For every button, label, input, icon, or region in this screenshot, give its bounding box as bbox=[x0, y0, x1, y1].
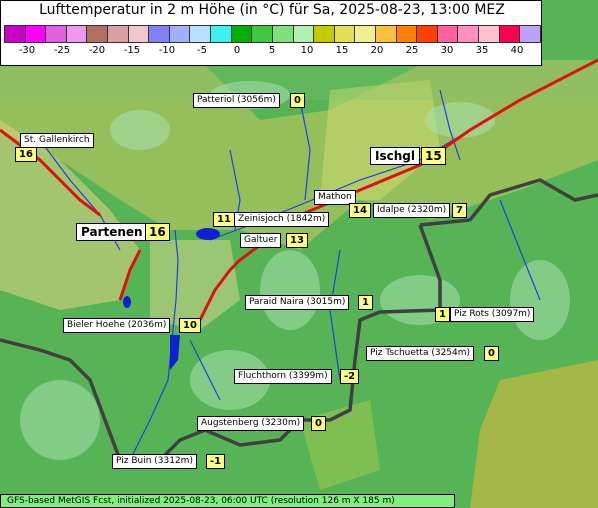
scale-swatch bbox=[65, 25, 88, 43]
scale-swatch bbox=[271, 25, 294, 43]
scale-swatch bbox=[519, 25, 541, 43]
place-label-piz-buin: Piz Buin (3312m) bbox=[112, 454, 197, 469]
temperature-color-scale bbox=[4, 25, 541, 45]
scale-tick-labels: -30 -25 -20 -15 -10 -5 0 5 10 15 20 25 30 35 40 bbox=[1, 45, 543, 59]
place-label-idalpe: Idalpe (2320m) bbox=[373, 203, 451, 218]
scale-tick-label: 10 bbox=[300, 45, 314, 56]
place-label-zeinisjoch: Zeinisjoch (1842m) bbox=[234, 212, 330, 227]
temp-value-paraid-naira: 1 bbox=[358, 295, 373, 310]
map-title: Lufttemperatur in 2 m Höhe (in °C) für S… bbox=[39, 2, 505, 18]
temp-value-piz-buin: -1 bbox=[206, 454, 226, 469]
scale-swatch bbox=[4, 25, 26, 43]
temp-value-piz-tschuetta: 0 bbox=[484, 346, 499, 361]
terrain-map bbox=[0, 0, 598, 508]
scale-swatch bbox=[168, 25, 191, 43]
temp-value-galtuer: 13 bbox=[286, 233, 308, 248]
scale-tick-label: 40 bbox=[510, 45, 524, 56]
scale-swatch bbox=[416, 25, 438, 43]
temp-value-piz-rots: 1 bbox=[435, 307, 450, 322]
scale-tick-label: 20 bbox=[370, 45, 384, 56]
place-label-augstenberg: Augstenberg (3230m) bbox=[197, 416, 305, 431]
place-label-galtuer: Galtuer bbox=[240, 233, 282, 248]
scale-swatch bbox=[45, 25, 67, 43]
scale-tick-label: 35 bbox=[475, 45, 489, 56]
temp-value-st-gallenkirch: 16 bbox=[15, 147, 37, 162]
scale-swatch bbox=[333, 25, 356, 43]
scale-swatch bbox=[292, 25, 315, 43]
place-label-paraid-naira: Paraid Naira (3015m) bbox=[245, 295, 350, 310]
scale-swatch bbox=[251, 25, 273, 43]
scale-swatch bbox=[313, 25, 335, 43]
place-label-ischgl: Ischgl bbox=[370, 147, 420, 165]
scale-swatch bbox=[210, 25, 232, 43]
scale-swatch bbox=[436, 25, 459, 43]
scale-swatch bbox=[230, 25, 253, 43]
place-label-partenen: Partenen bbox=[76, 223, 148, 241]
scale-tick-label: -5 bbox=[197, 45, 207, 56]
temp-value-partenen: 16 bbox=[145, 223, 170, 241]
scale-tick-label: 5 bbox=[268, 45, 276, 56]
scale-tick-label: 30 bbox=[440, 45, 454, 56]
scale-tick-label: 25 bbox=[405, 45, 419, 56]
scale-swatch bbox=[457, 25, 480, 43]
scale-swatch bbox=[107, 25, 129, 43]
place-label-piz-tschuetta: Piz Tschuetta (3254m) bbox=[366, 346, 475, 361]
temp-value-idalpe: 7 bbox=[452, 203, 467, 218]
scale-tick-label: -30 bbox=[18, 45, 36, 56]
temp-value-mathon: 14 bbox=[349, 203, 371, 218]
scale-tick-label: 0 bbox=[233, 45, 241, 56]
place-label-fluchthorn: Fluchthorn (3399m) bbox=[234, 369, 332, 384]
scale-swatch bbox=[148, 25, 170, 43]
scale-swatch bbox=[478, 25, 500, 43]
scale-swatch bbox=[86, 25, 109, 43]
scale-swatch bbox=[24, 25, 47, 43]
model-info-footer: GFS-based MetGIS Fcst, initialized 2025-… bbox=[0, 494, 455, 508]
scale-tick-label: -10 bbox=[158, 45, 176, 56]
scale-tick-label: -15 bbox=[123, 45, 141, 56]
scale-swatch bbox=[374, 25, 397, 43]
place-label-patteriol: Patteriol (3056m) bbox=[193, 93, 280, 108]
scale-tick-label: -20 bbox=[88, 45, 106, 56]
place-label-st-gallenkirch: St. Gallenkirch bbox=[20, 133, 94, 148]
temp-value-patteriol: 0 bbox=[290, 93, 305, 108]
scale-tick-label: 15 bbox=[335, 45, 349, 56]
scale-swatch bbox=[189, 25, 212, 43]
temp-value-ischgl: 15 bbox=[421, 147, 446, 165]
temp-value-bieler-hoehe: 10 bbox=[179, 318, 201, 333]
temp-value-augstenberg: 0 bbox=[311, 416, 326, 431]
scale-tick-label: -25 bbox=[53, 45, 71, 56]
scale-swatch bbox=[395, 25, 418, 43]
scale-swatch bbox=[498, 25, 521, 43]
place-label-piz-rots: Piz Rots (3097m) bbox=[450, 307, 535, 322]
temp-value-fluchthorn: -2 bbox=[340, 369, 360, 384]
temp-value-zeinisjoch: 11 bbox=[213, 212, 235, 227]
legend-header: Lufttemperatur in 2 m Höhe (in °C) für S… bbox=[0, 0, 542, 66]
place-label-bieler-hoehe: Bieler Hoehe (2036m) bbox=[63, 318, 171, 333]
scale-swatch bbox=[127, 25, 150, 43]
scale-swatch bbox=[354, 25, 376, 43]
